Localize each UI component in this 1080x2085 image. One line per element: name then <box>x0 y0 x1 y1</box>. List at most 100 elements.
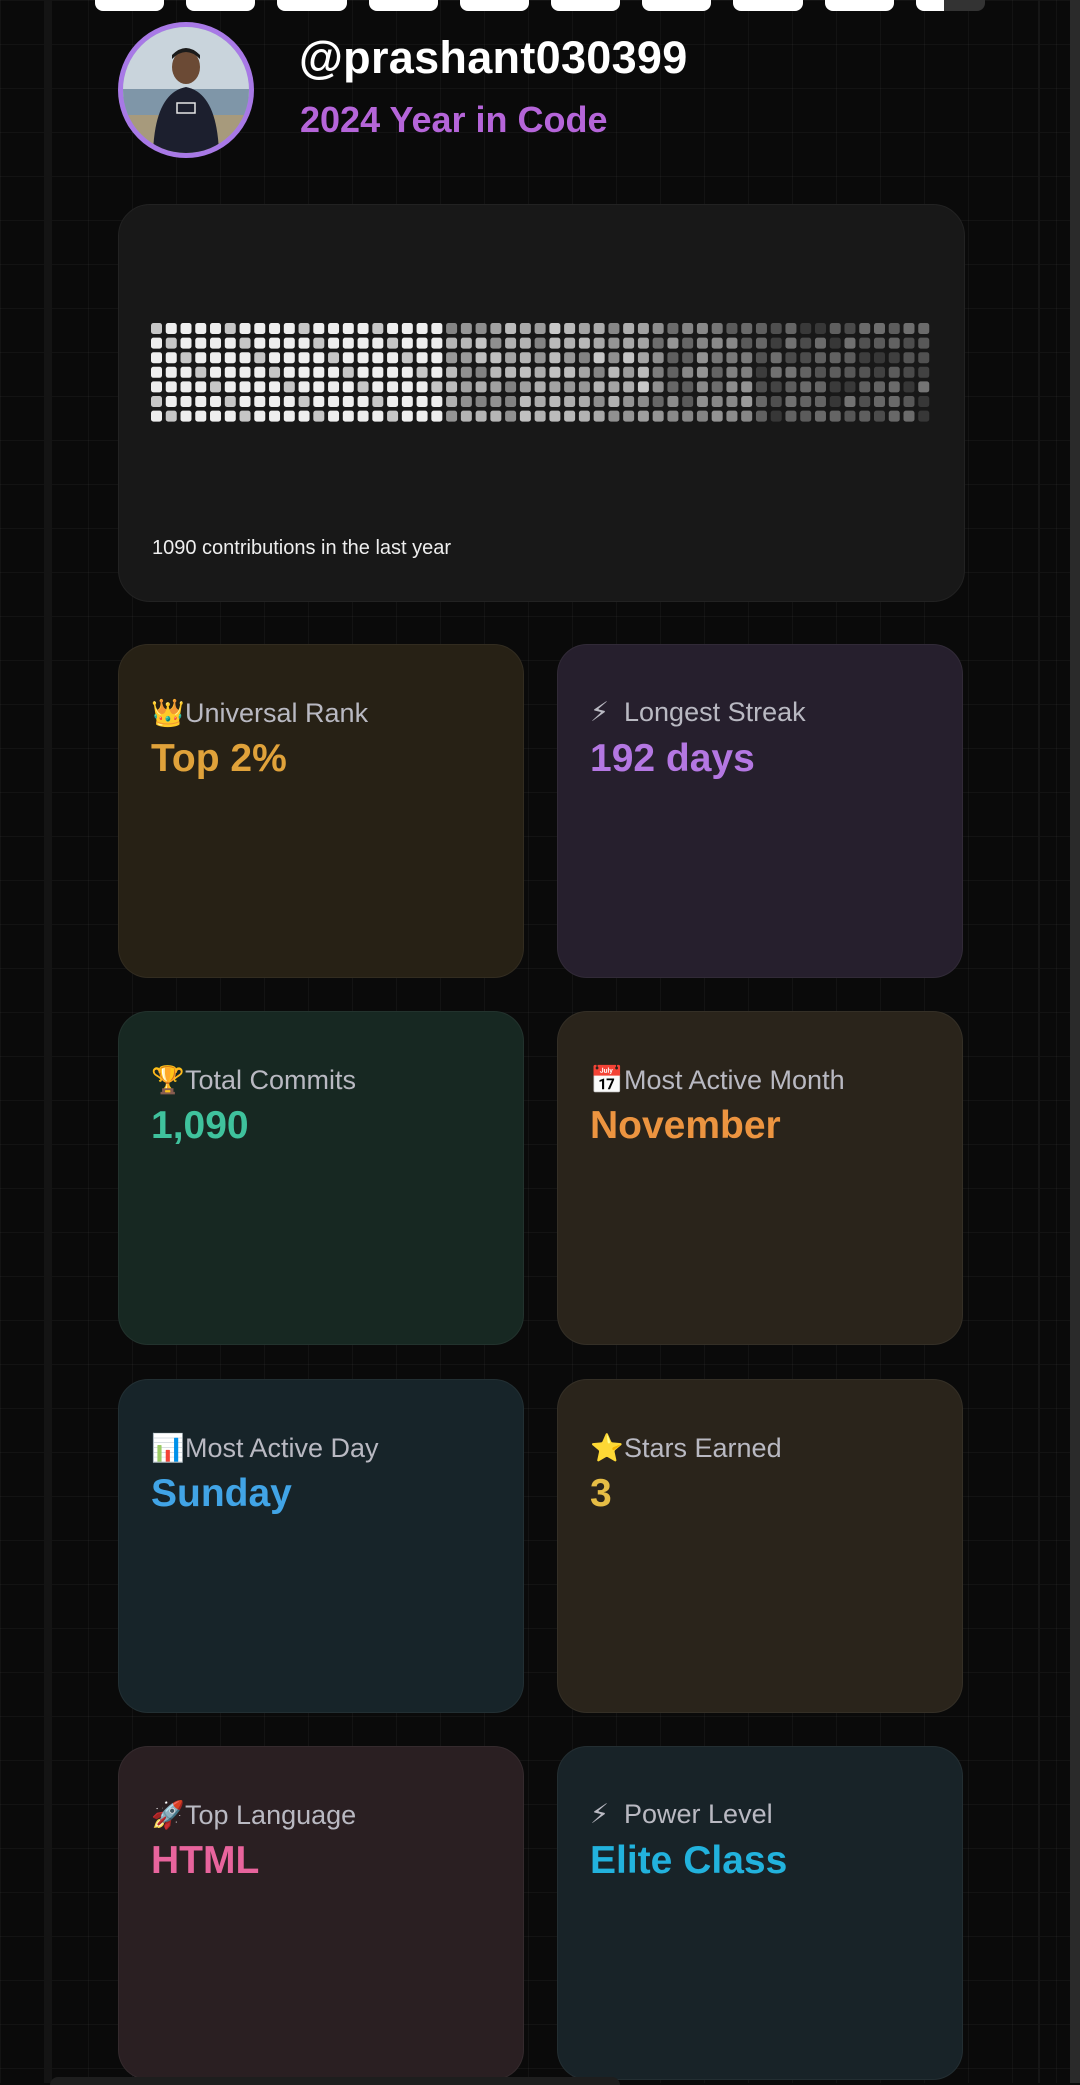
contribution-day <box>800 396 812 407</box>
contribution-day <box>505 396 517 407</box>
contribution-day <box>460 381 472 393</box>
contribution-day <box>844 337 856 349</box>
contribution-day <box>770 410 782 422</box>
contribution-day <box>859 323 871 334</box>
contribution-day <box>254 366 266 378</box>
contribution-day <box>682 396 694 407</box>
contribution-day <box>431 410 443 422</box>
contribution-day <box>711 381 723 393</box>
contribution-day <box>357 323 369 334</box>
contribution-day <box>446 410 458 422</box>
stat-card-top-language: 🚀Top Language HTML <box>118 1746 524 2080</box>
contribution-day <box>534 381 546 393</box>
contribution-day <box>696 323 708 334</box>
contribution-day <box>165 410 177 422</box>
contribution-day <box>711 366 723 378</box>
contribution-day <box>682 366 694 378</box>
contribution-day <box>814 366 826 378</box>
contribution-day <box>328 410 340 422</box>
contribution-day <box>490 366 502 378</box>
contribution-day <box>711 352 723 364</box>
contribution-day <box>328 396 340 407</box>
contribution-day <box>475 352 487 364</box>
contribution-day <box>755 337 767 349</box>
contribution-day <box>239 323 251 334</box>
contribution-day <box>785 396 797 407</box>
contribution-day <box>165 337 177 349</box>
contribution-day <box>578 323 590 334</box>
stat-value: Sunday <box>151 1472 292 1515</box>
contribution-day <box>195 410 207 422</box>
contribution-day <box>918 396 930 407</box>
progress-segment <box>277 0 347 11</box>
contribution-day <box>755 410 767 422</box>
contribution-day <box>239 410 251 422</box>
contribution-day <box>357 396 369 407</box>
right-edge-line <box>1038 0 1040 2083</box>
progress-segment <box>551 0 621 11</box>
contribution-day <box>652 352 664 364</box>
contribution-day <box>460 396 472 407</box>
contribution-day <box>785 381 797 393</box>
contribution-day <box>298 410 310 422</box>
contribution-day <box>903 410 915 422</box>
contribution-day <box>859 337 871 349</box>
contribution-day <box>387 366 399 378</box>
contribution-day <box>475 410 487 422</box>
contribution-day <box>180 396 192 407</box>
contribution-day <box>814 396 826 407</box>
contribution-day <box>873 352 885 364</box>
contribution-day <box>195 352 207 364</box>
contribution-day <box>564 396 576 407</box>
page-subtitle: 2024 Year in Code <box>300 99 608 140</box>
lightning-icon: ⚡ <box>590 697 609 727</box>
contribution-day <box>151 396 162 407</box>
contribution-day <box>844 410 856 422</box>
contribution-day <box>165 381 177 393</box>
contribution-day <box>918 366 930 378</box>
contribution-day <box>844 323 856 334</box>
contribution-day <box>682 381 694 393</box>
contribution-day <box>918 410 930 422</box>
contribution-day <box>490 337 502 349</box>
contribution-day <box>460 366 472 378</box>
contribution-day <box>475 366 487 378</box>
progress-segment <box>95 0 165 11</box>
contribution-day <box>785 323 797 334</box>
contribution-day <box>593 366 605 378</box>
contribution-day <box>519 396 531 407</box>
contribution-day <box>298 337 310 349</box>
contribution-day <box>195 366 207 378</box>
calendar-icon: 📅 <box>590 1065 624 1095</box>
contribution-day <box>829 410 841 422</box>
contribution-day <box>652 337 664 349</box>
lightning-icon: ⚡ <box>590 1799 609 1829</box>
contribution-day <box>431 337 443 349</box>
trophy-icon: 🏆 <box>151 1065 185 1095</box>
contribution-day <box>328 381 340 393</box>
stat-card-most-active-month: 📅Most Active Month November <box>557 1011 963 1345</box>
contribution-day <box>652 366 664 378</box>
username: @prashant030399 <box>299 32 688 83</box>
contribution-day <box>608 381 620 393</box>
contribution-day <box>564 366 576 378</box>
contribution-day <box>770 366 782 378</box>
contribution-day <box>741 323 753 334</box>
contribution-day <box>608 352 620 364</box>
stat-value: 192 days <box>590 737 755 780</box>
contribution-day <box>741 337 753 349</box>
contribution-day <box>623 352 635 364</box>
avatar[interactable] <box>118 22 254 158</box>
contribution-day <box>623 323 635 334</box>
contribution-day <box>401 323 413 334</box>
contribution-day <box>755 352 767 364</box>
stat-label: Most Active Month <box>624 1065 845 1095</box>
contribution-day <box>446 323 458 334</box>
contribution-day <box>372 323 384 334</box>
contribution-day <box>667 381 679 393</box>
contribution-day <box>859 410 871 422</box>
contribution-day <box>682 323 694 334</box>
contribution-day <box>903 352 915 364</box>
scrollbar[interactable] <box>1070 0 1080 2083</box>
contribution-day <box>342 352 354 364</box>
